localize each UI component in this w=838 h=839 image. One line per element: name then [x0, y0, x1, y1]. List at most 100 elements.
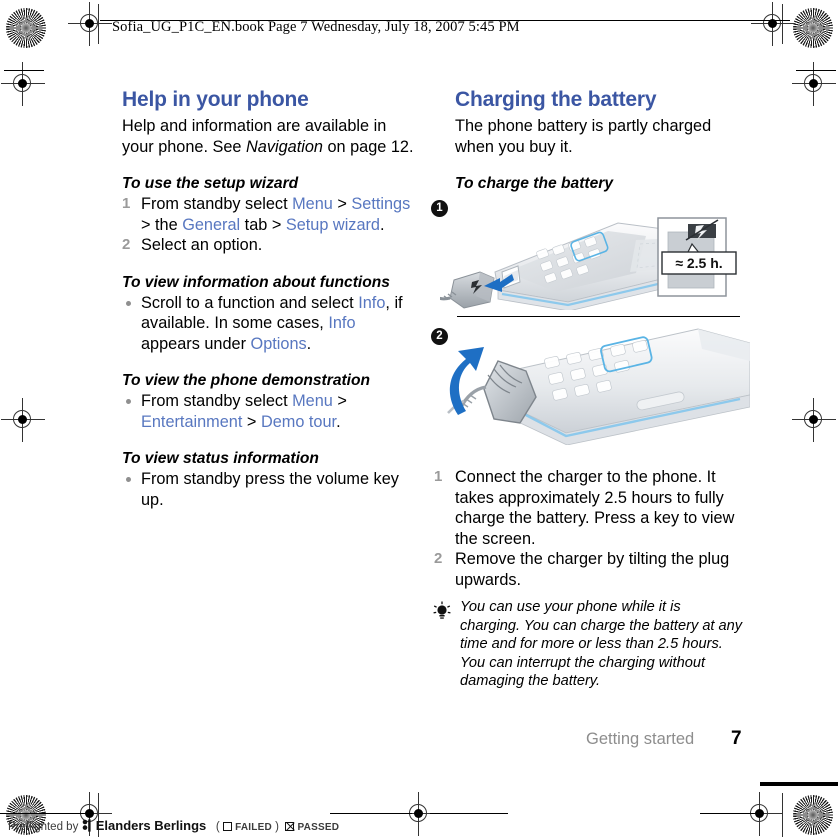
ui-path-info: Info: [358, 293, 386, 312]
figure-charger-remove: [447, 328, 750, 445]
text-fragment: >: [332, 392, 347, 411]
registration-cross-top-left: [68, 2, 112, 46]
preflight-passed-label: PASSED: [297, 822, 340, 833]
trim-line-vertical-bottom-right: [782, 793, 783, 837]
ui-path-options: Options: [250, 334, 307, 353]
trim-line-right-edge: [796, 70, 836, 71]
preflight-open-paren: (: [215, 821, 220, 833]
bullet-icon: [126, 399, 131, 405]
registration-cross-left-lower: [1, 398, 45, 442]
ui-path-menu-2: Menu: [292, 392, 333, 411]
bottom-solid-bar: [760, 782, 838, 786]
ui-path-entertainment: Entertainment: [141, 412, 243, 431]
text-fragment: >: [332, 195, 352, 214]
footer-page-number: 7: [731, 728, 742, 749]
elanders-logo-icon: [82, 819, 91, 832]
registration-cross-right-upper: [792, 62, 836, 106]
trim-line-bottom-left: [0, 813, 92, 814]
page-title-charging: Charging the battery: [455, 88, 657, 111]
help-intro-paragraph: Help and information are available in yo…: [122, 116, 414, 157]
step-number: 1: [434, 468, 443, 485]
subhead-charge-battery: To charge the battery: [455, 175, 613, 193]
trim-line-right-top: [782, 4, 783, 44]
step-text: Connect the charger to the phone. It tak…: [455, 468, 735, 548]
charging-time-label: ≈ 2.5 h.: [675, 255, 722, 271]
trim-line-bottom-right: [700, 813, 762, 814]
text-fragment: >: [242, 412, 261, 431]
list-item: From standby select Menu > Entertainment…: [122, 391, 414, 432]
charger-plug-tilted: [447, 347, 537, 424]
step-text: From standby press the volume key up.: [141, 470, 399, 509]
step-text: Remove the charger by tilting the plug u…: [455, 550, 730, 589]
bullet-icon: [126, 477, 131, 483]
step-text: Scroll to a function and select Info, if…: [141, 294, 403, 353]
list-item: Scroll to a function and select Info, if…: [122, 293, 414, 355]
trim-line-left-top: [98, 4, 99, 44]
text-fragment: .: [306, 334, 312, 353]
subhead-setup-wizard: To use the setup wizard: [122, 175, 299, 193]
step-number: 1: [122, 195, 131, 213]
subhead-view-info-functions: To view information about functions: [122, 273, 390, 291]
ui-path-info-2: Info: [328, 314, 356, 333]
step-text: Select an option.: [141, 236, 263, 255]
text-fragment: From standby select: [141, 195, 293, 214]
list-item: 2 Remove the charger by tilting the plug…: [434, 549, 744, 590]
right-text-column: Charging the battery The phone battery i…: [455, 88, 747, 194]
subhead-phone-demonstration: To view the phone demonstration: [122, 372, 371, 390]
ui-path-general: General: [182, 215, 241, 234]
bullet-icon: [126, 300, 131, 306]
registration-cross-bottom-center: [397, 792, 441, 836]
registration-star-bottom-right: [793, 795, 833, 835]
tip-text: You can use your phone while it is charg…: [460, 599, 743, 690]
checkbox-failed-icon: [222, 822, 232, 831]
ui-path-settings: Settings: [351, 195, 411, 214]
phone-demonstration-list: From standby select Menu > Entertainment…: [122, 391, 414, 432]
registration-star-top-right: [793, 8, 833, 48]
registration-cross-left-upper: [1, 62, 45, 106]
text-fragment: .: [379, 215, 385, 234]
book-slug: Sofia_UG_P1C_EN.book Page 7 Wednesday, J…: [112, 19, 520, 35]
ui-path-demo-tour: Demo tour: [260, 412, 337, 431]
trim-line-bottom-center-right: [430, 813, 508, 814]
registration-star-top-left: [6, 8, 46, 48]
list-item: 2 Select an option.: [122, 235, 414, 256]
charging-step-list: 1 Connect the charger to the phone. It t…: [434, 467, 744, 590]
charging-intro-paragraph: The phone battery is partly charged when…: [455, 117, 712, 156]
help-intro-part-c: on page 12.: [322, 137, 414, 156]
footer-section-name: Getting started: [586, 730, 695, 748]
text-fragment: Scroll to a function and select: [141, 293, 359, 312]
preflight-strip: Preflighted by Elanders Berlings ( FAILE…: [8, 818, 339, 833]
trim-line-bottom-center-left: [330, 813, 412, 814]
step-text: From standby select Menu > Entertainment…: [141, 392, 347, 431]
figure-divider-rule: [457, 316, 740, 317]
list-item: 1 Connect the charger to the phone. It t…: [434, 467, 744, 549]
step-number: 2: [434, 550, 443, 567]
preflight-failed-label: FAILED: [235, 822, 272, 833]
list-item: From standby press the volume key up.: [122, 469, 414, 510]
checkbox-passed-checked-icon: [285, 822, 295, 831]
charging-step-list-wrapper: 1 Connect the charger to the phone. It t…: [434, 467, 744, 590]
subhead-status-information: To view status information: [122, 450, 319, 468]
text-fragment: tab >: [240, 215, 286, 234]
view-info-functions-list: Scroll to a function and select Info, if…: [122, 293, 414, 355]
text-fragment: > the: [141, 215, 183, 234]
list-item: 1 From standby select Menu > Settings > …: [122, 194, 414, 235]
tip-note: You can use your phone while it is charg…: [428, 598, 743, 691]
preflight-prefix: Preflighted by: [8, 821, 79, 833]
charging-time-callout: ≈ 2.5 h.: [657, 217, 737, 297]
ui-path-menu: Menu: [292, 195, 333, 214]
step-number: 2: [122, 236, 131, 254]
text-fragment: From standby select: [141, 392, 293, 411]
trim-line-left-edge: [4, 70, 44, 71]
preflight-company: Elanders Berlings: [95, 818, 207, 833]
registration-cross-bottom-right: [738, 792, 782, 836]
lightbulb-icon: [433, 601, 451, 619]
step-text: From standby select Menu > Settings > th…: [141, 195, 410, 234]
ui-path-setup-wizard: Setup wizard: [285, 215, 380, 234]
phone-illustration-2: [515, 328, 750, 445]
page-title-help: Help in your phone: [122, 88, 309, 111]
text-fragment: appears under: [141, 334, 251, 353]
help-intro-reference: Navigation: [246, 137, 323, 156]
text-fragment: .: [336, 412, 341, 431]
document-page: Sofia_UG_P1C_EN.book Page 7 Wednesday, J…: [0, 0, 838, 839]
